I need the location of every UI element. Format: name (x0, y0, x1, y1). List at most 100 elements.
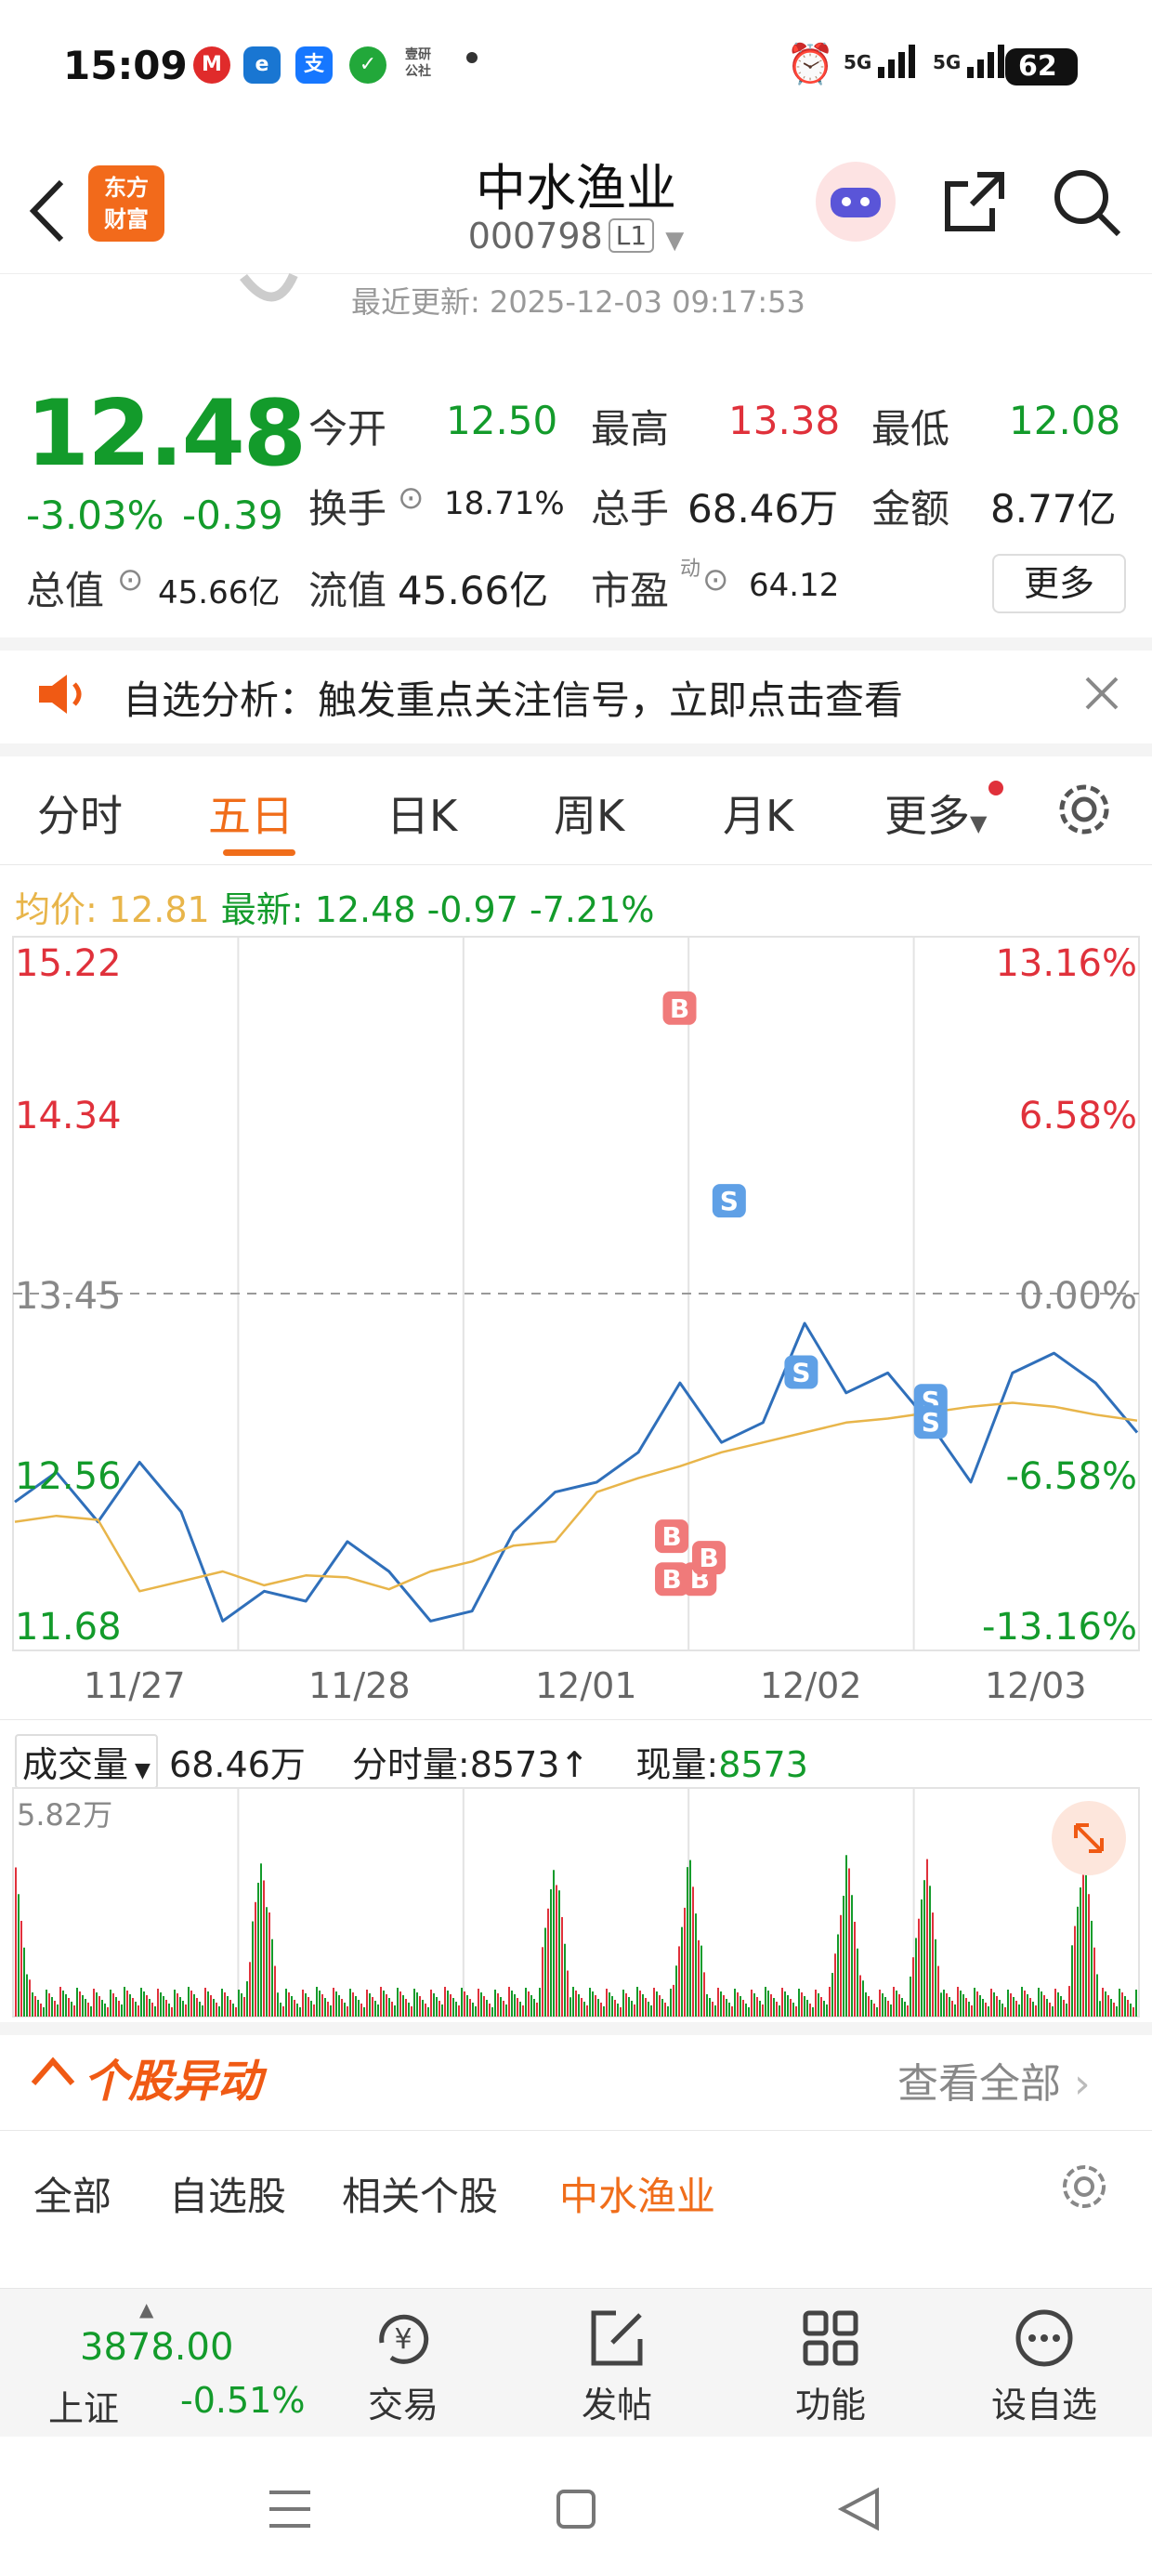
volume-bar (706, 1994, 708, 2017)
volume-bar (1119, 1989, 1120, 2017)
menu-icon[interactable] (268, 2489, 312, 2530)
chevron-up-icon[interactable] (30, 2052, 76, 2089)
volume-bar (971, 2005, 973, 2017)
volume-bar (402, 1995, 404, 2017)
movers-tab-stock[interactable]: 中水渔业 (559, 2165, 715, 2222)
volume-label: 总手 (591, 486, 670, 532)
volume-bar (90, 2006, 92, 2017)
volume-bar (277, 1992, 279, 2017)
security-shield-icon: ✓ (349, 46, 386, 84)
info-dots-icon[interactable]: ⊙ (702, 561, 729, 598)
functions-button[interactable]: 功能 (738, 2289, 923, 2438)
gear-icon[interactable] (1055, 781, 1113, 838)
five-day-chart[interactable]: BBBBBSSSS (0, 929, 1152, 1654)
more-button[interactable]: 更多 (992, 554, 1126, 613)
movers-tab-related[interactable]: 相关个股 (342, 2165, 498, 2222)
volume-bar (405, 1999, 407, 2017)
volume-bar (335, 1991, 337, 2017)
volume-bar (157, 1989, 159, 2017)
volume-bar (126, 1991, 128, 2017)
volume-bar (210, 1995, 212, 2017)
tab-monthly-k[interactable]: 月K (723, 782, 793, 844)
tab-daily-k[interactable]: 日K (386, 782, 457, 844)
add-watchlist-button[interactable]: 设自选 (951, 2289, 1137, 2438)
share-icon[interactable] (940, 167, 1009, 236)
volume-bar (110, 1990, 111, 2017)
volume-bar (673, 1984, 674, 2017)
volume-bar (765, 1987, 766, 2017)
latest-change: -0.97 (426, 889, 518, 930)
home-icon[interactable] (556, 2489, 596, 2530)
tab-more[interactable]: 更多▼ (884, 782, 987, 844)
volume-bar (486, 2000, 488, 2017)
volume-bar (330, 2005, 332, 2017)
volume-bar (168, 2004, 170, 2017)
float-label: 流值 (308, 568, 387, 613)
search-icon[interactable] (1052, 167, 1122, 238)
alipay-icon: 支 (295, 46, 333, 84)
index-ticker[interactable]: ▲ 3878.00 上证 -0.51% (0, 2289, 305, 2438)
volume-bar (408, 2003, 410, 2017)
volume-bar (263, 1880, 265, 2017)
volume-bar (347, 2006, 348, 2017)
volume-bar (837, 1934, 839, 2017)
volume-bar (333, 1988, 334, 2017)
volume-bar (1116, 2006, 1118, 2017)
price-line (14, 1321, 1139, 1623)
x-date-label: 11/28 (308, 1665, 411, 1706)
divider (0, 2022, 1152, 2035)
volume-bar (503, 2001, 504, 2017)
volume-bar (834, 1953, 836, 2017)
volume-bar (898, 1994, 900, 2017)
volume-bar (249, 1962, 251, 2017)
current-price: 12.48 (26, 381, 307, 487)
volume-bar (452, 1998, 454, 2017)
volume-bar (483, 1996, 485, 2017)
volume-bar (530, 1995, 532, 2017)
volume-bar (689, 1860, 691, 2017)
decorative-leaf-icon (240, 272, 298, 302)
volume-chart[interactable] (0, 1786, 1152, 2020)
avg-value: 12.81 (108, 889, 210, 930)
volume-bar (572, 1987, 574, 2017)
pe-dynamic-sup: 动 (680, 558, 701, 581)
volume-bar (851, 1895, 853, 2017)
robot-assistant-icon[interactable] (816, 162, 896, 242)
expand-icon[interactable] (1052, 1801, 1126, 1875)
volume-bar (282, 2006, 284, 2017)
chevron-down-icon: ▼ (665, 227, 685, 255)
caret-up-icon: ▲ (139, 2298, 154, 2320)
volume-bar (692, 1886, 694, 2017)
volume-bar (112, 1993, 114, 2017)
back-triangle-icon[interactable] (838, 2487, 881, 2531)
close-icon[interactable] (1083, 675, 1120, 712)
post-button[interactable]: 发帖 (524, 2289, 710, 2438)
volume-bar (993, 1992, 995, 2017)
volume-bar (62, 1991, 64, 2017)
tab-five-day[interactable]: 五日 (208, 782, 294, 844)
volume-bar (221, 1989, 223, 2017)
notice-text[interactable]: 自选分析：触发重点关注信号，立即点击查看 (123, 669, 903, 726)
sell-marker: S (913, 1405, 948, 1439)
latest-change-pct: -7.21% (530, 889, 655, 930)
tab-weekly-k[interactable]: 周K (554, 782, 624, 844)
gear-icon[interactable] (1059, 2162, 1109, 2212)
volume-bar (781, 1988, 783, 2017)
volume-bar (96, 1992, 98, 2017)
volume-bar (1074, 1925, 1076, 2017)
volume-bar (216, 2003, 217, 2017)
volume-bar (383, 1991, 385, 2017)
movers-tab-all[interactable]: 全部 (33, 2165, 111, 2222)
movers-tab-watchlist[interactable]: 自选股 (169, 2165, 286, 2222)
volume-bar (252, 1921, 254, 2017)
volume-bar (876, 2007, 878, 2017)
view-all-link[interactable]: 查看全部 › (897, 2050, 1091, 2109)
volume-bar (15, 1867, 17, 2017)
volume-indicator-select[interactable]: 成交量 ▼ (15, 1734, 158, 1789)
info-dots-icon[interactable]: ⊙ (398, 480, 425, 517)
volume-bar (723, 1995, 725, 2017)
tab-intraday[interactable]: 分时 (37, 782, 123, 844)
info-dots-icon[interactable]: ⊙ (117, 561, 144, 598)
volume-bar (146, 1995, 148, 2017)
trade-button[interactable]: ¥ 交易 (310, 2289, 496, 2438)
